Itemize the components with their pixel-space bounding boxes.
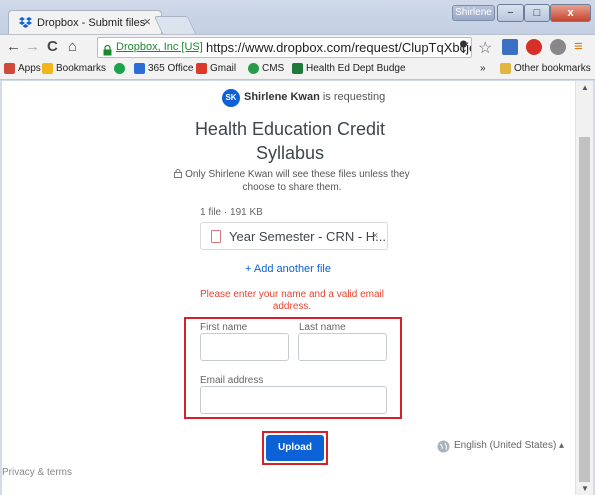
maximize-button[interactable]: □	[524, 4, 550, 22]
bookmark-365-office[interactable]: 365 Office	[134, 63, 193, 74]
bookmark-health-ed-budget[interactable]: Health Ed Dept Budge	[292, 63, 406, 74]
first-name-label: First name	[200, 322, 248, 333]
sheets-icon	[292, 63, 303, 74]
extension-icon[interactable]	[550, 39, 566, 55]
lock-icon	[174, 169, 183, 178]
requester-name: Shirlene Kwan	[244, 91, 320, 103]
page-scrollbar[interactable]: ▲ ▼	[575, 81, 593, 495]
folder-icon	[500, 63, 511, 74]
remove-file-button[interactable]: ×	[372, 230, 378, 242]
bookmark-spotify[interactable]	[114, 63, 128, 74]
puzzle-icon[interactable]	[502, 39, 518, 55]
opera-icon[interactable]	[526, 39, 542, 55]
avatar: SK	[222, 89, 240, 107]
page-title: Health Education Credit Syllabus	[194, 119, 386, 163]
tab-dropbox[interactable]: Dropbox - Submit files ×	[8, 10, 162, 34]
dropbox-icon	[19, 16, 32, 29]
globe-icon	[437, 440, 450, 453]
tab-strip: Dropbox - Submit files × Shirlene − □ x	[0, 0, 595, 34]
browser-window: Dropbox - Submit files × Shirlene − □ x …	[0, 0, 595, 495]
privacy-terms-link[interactable]: Privacy & terms	[2, 467, 72, 478]
map-pin-icon[interactable]	[459, 40, 468, 57]
file-count: 1 file · 191 KB	[200, 207, 263, 218]
file-item: Year Semester - CRN - H... ×	[200, 222, 388, 250]
mail-icon	[134, 63, 145, 74]
reload-button[interactable]: C	[47, 39, 58, 55]
bookmark-cms[interactable]: CMS	[248, 63, 284, 74]
file-name: Year Semester - CRN - H...	[229, 229, 387, 244]
upload-button[interactable]: Upload	[266, 435, 324, 461]
lock-icon	[103, 42, 112, 56]
ev-certificate-badge[interactable]: Dropbox, Inc [US]	[116, 38, 203, 57]
bookmark-other[interactable]: Other bookmarks	[500, 63, 591, 74]
gmail-icon	[196, 63, 207, 74]
privacy-note: Only Shirlene Kwan will see these files …	[172, 168, 412, 194]
star-folder-icon	[42, 63, 53, 74]
browser-toolbar: ← → C ⌂ Dropbox, Inc [US] https://www.dr…	[0, 34, 595, 59]
tab-title: Dropbox - Submit files	[37, 17, 146, 29]
last-name-field[interactable]	[298, 333, 387, 361]
tab-close-button[interactable]: ×	[143, 14, 151, 29]
add-another-file-link[interactable]: + Add another file	[202, 263, 374, 275]
apps-grid-icon	[4, 63, 15, 74]
bookmark-gmail[interactable]: Gmail	[196, 63, 236, 74]
new-tab-button[interactable]	[153, 16, 197, 34]
bookmark-apps[interactable]: Apps	[4, 63, 41, 74]
language-selector[interactable]: English (United States) ▴	[454, 440, 564, 451]
address-bar[interactable]: Dropbox, Inc [US] https://www.dropbox.co…	[97, 37, 472, 58]
email-label: Email address	[200, 375, 264, 386]
star-icon[interactable]: ☆	[478, 38, 492, 58]
bookmark-bookmarks[interactable]: Bookmarks	[42, 63, 106, 74]
back-button[interactable]: ←	[6, 39, 21, 55]
close-window-button[interactable]: x	[550, 4, 591, 22]
error-message: Please enter your name and a valid email…	[200, 289, 384, 312]
pdf-file-icon	[211, 230, 221, 243]
requester-line: Shirlene Kwan is requesting	[244, 91, 385, 103]
home-button[interactable]: ⌂	[68, 39, 77, 55]
scroll-thumb[interactable]	[579, 137, 590, 482]
globe-icon	[248, 63, 259, 74]
scroll-up-arrow[interactable]: ▲	[581, 83, 589, 92]
bookmarks-bar: Apps Bookmarks 365 Office Gmail CMS Heal…	[0, 59, 595, 80]
minimize-button[interactable]: −	[497, 4, 524, 22]
last-name-label: Last name	[299, 322, 346, 333]
email-field[interactable]	[200, 386, 387, 414]
scroll-down-arrow[interactable]: ▼	[581, 484, 589, 493]
page-content: SK Shirlene Kwan is requesting Health Ed…	[2, 81, 575, 495]
forward-button[interactable]: →	[25, 39, 40, 55]
first-name-field[interactable]	[200, 333, 289, 361]
requesting-text: is requesting	[319, 91, 386, 103]
hamburger-menu-icon[interactable]: ≡	[574, 38, 583, 55]
spotify-icon	[114, 63, 125, 74]
profile-button[interactable]: Shirlene	[452, 5, 495, 21]
url-text: https://www.dropbox.com/request/ClupTqXb…	[206, 40, 472, 55]
bookmarks-overflow-button[interactable]: »	[480, 63, 486, 74]
